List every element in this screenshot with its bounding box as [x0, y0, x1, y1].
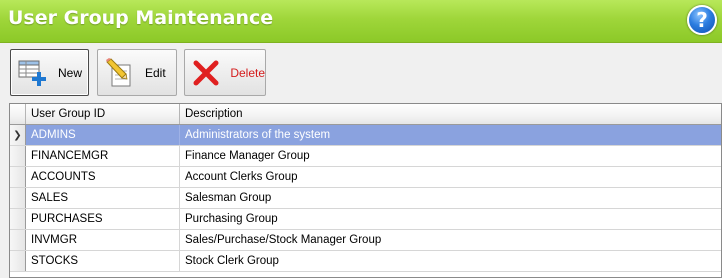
- table-row[interactable]: SALES Salesman Group: [10, 188, 721, 209]
- delete-button[interactable]: Delete: [184, 49, 266, 96]
- cell-user-group-id: PURCHASES: [26, 209, 180, 229]
- edit-button[interactable]: Edit: [97, 49, 177, 96]
- row-indicator: [10, 146, 26, 166]
- cell-description: Salesman Group: [185, 192, 272, 204]
- cell-description: Administrators of the system: [180, 125, 721, 145]
- pencil-document-icon: [103, 56, 137, 90]
- row-indicator: [10, 251, 26, 271]
- cell-description: Finance Manager Group: [185, 150, 310, 162]
- window-title: User Group Maintenance: [8, 7, 274, 29]
- cell-description: Stock Clerk Group: [185, 255, 279, 267]
- cell-description: Sales/Purchase/Stock Manager Group: [185, 234, 382, 246]
- table-row[interactable]: STOCKS Stock Clerk Group: [10, 251, 721, 272]
- cell-user-group-id: ADMINS: [26, 125, 180, 145]
- delete-button-label: Delete: [230, 65, 265, 80]
- new-button-label: New: [58, 65, 83, 80]
- cell-user-group-id: INVMGR: [26, 230, 180, 250]
- user-group-grid: User Group ID Description ❯ ADMINS Admin…: [9, 103, 722, 278]
- row-indicator: [10, 167, 26, 187]
- help-icon[interactable]: ?: [687, 5, 717, 35]
- table-row[interactable]: FINANCEMGR Finance Manager Group: [10, 146, 721, 167]
- column-header-description[interactable]: Description: [180, 104, 721, 124]
- title-bar: User Group Maintenance ?: [0, 0, 722, 43]
- column-header-user-group-id[interactable]: User Group ID: [26, 104, 180, 124]
- red-x-icon: [190, 56, 222, 90]
- row-indicator-header: [10, 104, 26, 124]
- row-pointer-icon: ❯: [10, 125, 26, 145]
- cell-user-group-id: ACCOUNTS: [26, 167, 180, 187]
- table-row[interactable]: ACCOUNTS Account Clerks Group: [10, 167, 721, 188]
- cell-description: Purchasing Group: [185, 213, 278, 225]
- cell-user-group-id: FINANCEMGR: [26, 146, 180, 166]
- row-indicator: [10, 188, 26, 208]
- table-row[interactable]: ❯ ADMINS Administrators of the system: [10, 125, 721, 146]
- row-indicator: [10, 230, 26, 250]
- table-add-icon: [16, 56, 50, 90]
- cell-description: Account Clerks Group: [185, 171, 298, 183]
- row-indicator: [10, 209, 26, 229]
- edit-button-label: Edit: [145, 65, 166, 80]
- cell-user-group-id: STOCKS: [26, 251, 180, 271]
- table-row[interactable]: PURCHASES Purchasing Group: [10, 209, 721, 230]
- cell-user-group-id: SALES: [26, 188, 180, 208]
- table-row[interactable]: INVMGR Sales/Purchase/Stock Manager Grou…: [10, 230, 721, 251]
- grid-header: User Group ID Description: [10, 104, 721, 125]
- new-button[interactable]: New: [10, 49, 89, 96]
